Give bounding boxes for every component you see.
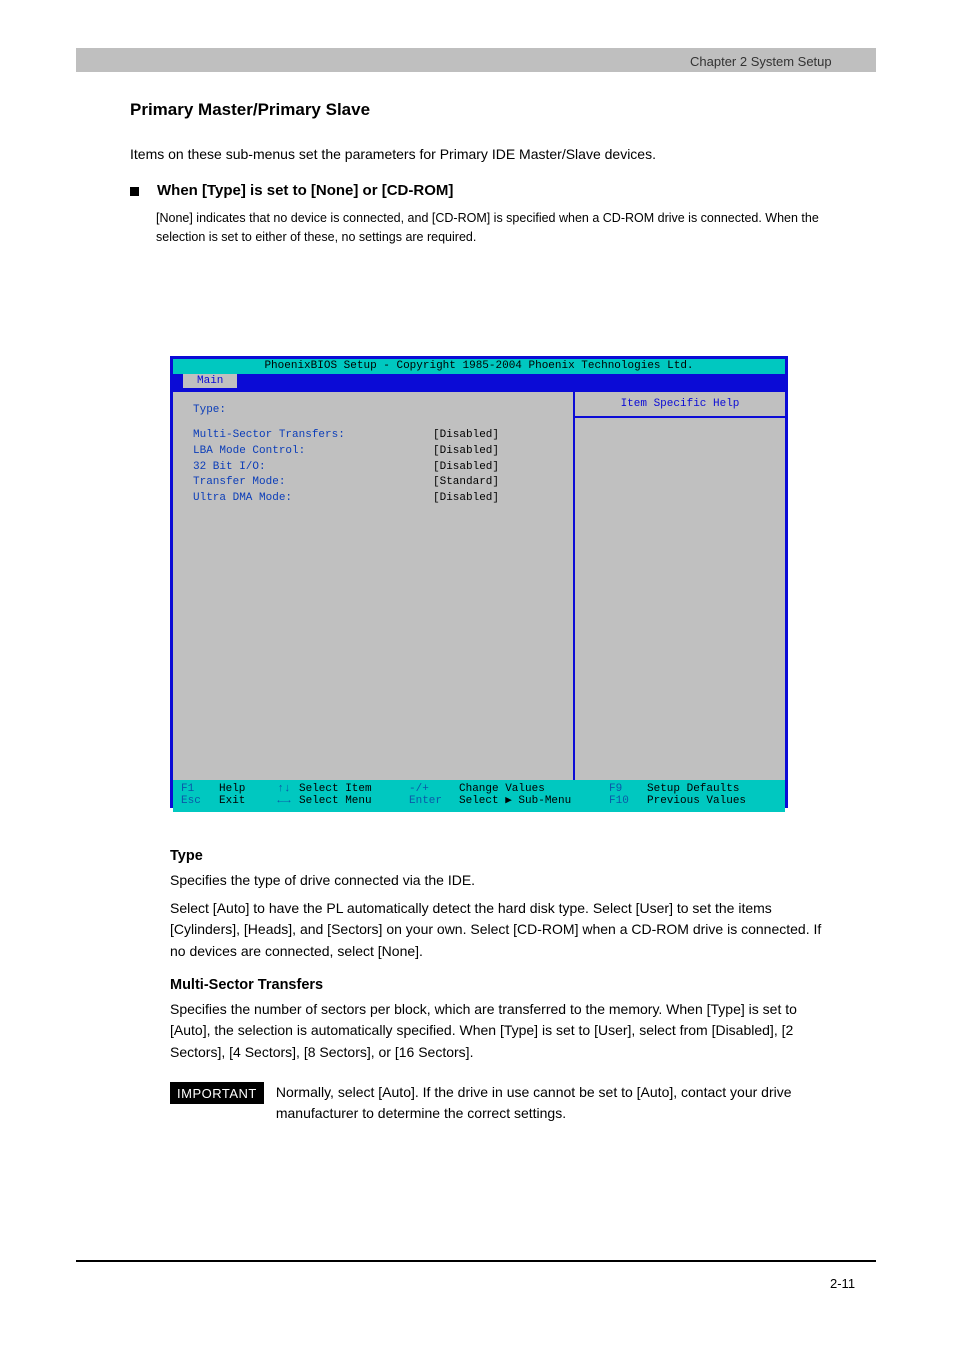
item-text: Specifies the number of sectors per bloc… xyxy=(170,999,830,1064)
page-number: 2-11 xyxy=(830,1276,855,1291)
bios-key-minusplus: -/+ xyxy=(409,783,459,796)
bios-key-f1: F1 xyxy=(181,783,219,796)
bios-label: LBA Mode Control: xyxy=(193,445,433,458)
bios-row-type[interactable]: Type: xyxy=(193,404,553,417)
bullet-row: When [Type] is set to [None] or [CD-ROM] xyxy=(130,182,830,199)
bios-value: [Disabled] xyxy=(433,461,499,474)
bios-label: Type: xyxy=(193,404,433,417)
item-text: Specifies the type of drive connected vi… xyxy=(170,870,830,892)
arrows-leftright-icon: ←→ xyxy=(269,795,299,808)
bios-key-label: Select Menu xyxy=(299,795,409,808)
bios-help-pane: Item Specific Help xyxy=(575,392,785,780)
bios-value: [Disabled] xyxy=(433,429,499,442)
bios-footer: F1 Help ↑↓ Select Item -/+ Change Values… xyxy=(173,780,785,812)
section-title: Primary Master/Primary Slave xyxy=(130,100,830,120)
bios-label: Ultra DMA Mode: xyxy=(193,492,433,505)
bios-row-multisector[interactable]: Multi-Sector Transfers: [Disabled] xyxy=(193,429,553,442)
bios-menubar: Main xyxy=(173,374,785,390)
bios-row-32bit[interactable]: 32 Bit I/O: [Disabled] xyxy=(193,461,553,474)
bios-key-label: Setup Defaults xyxy=(647,783,739,796)
bios-key-label: Exit xyxy=(219,795,269,808)
bios-key-label: Select Item xyxy=(299,783,409,796)
bios-help-title: Item Specific Help xyxy=(575,398,785,419)
bios-left-pane: Type: Multi-Sector Transfers: [Disabled]… xyxy=(173,392,575,780)
bullet-subhead: When [Type] is set to [None] or [CD-ROM] xyxy=(157,182,453,199)
bios-value: [Standard] xyxy=(433,476,499,489)
bullet-square-icon xyxy=(130,187,139,196)
section-intro: Items on these sub-menus set the paramet… xyxy=(130,144,830,166)
bios-screenshot: PhoenixBIOS Setup - Copyright 1985-2004 … xyxy=(170,356,788,808)
bios-key-label: Change Values xyxy=(459,783,609,796)
bios-row-lba[interactable]: LBA Mode Control: [Disabled] xyxy=(193,445,553,458)
bios-label: Multi-Sector Transfers: xyxy=(193,429,433,442)
bios-row-ultradma[interactable]: Ultra DMA Mode: [Disabled] xyxy=(193,492,553,505)
bios-body: Type: Multi-Sector Transfers: [Disabled]… xyxy=(173,390,785,780)
bios-label: Transfer Mode: xyxy=(193,476,433,489)
bios-key-label: Select ▶ Sub-Menu xyxy=(459,795,609,808)
bios-title: PhoenixBIOS Setup - Copyright 1985-2004 … xyxy=(173,359,785,374)
bios-row-transfer[interactable]: Transfer Mode: [Standard] xyxy=(193,476,553,489)
bios-key-label: Previous Values xyxy=(647,795,746,808)
bios-key-f9: F9 xyxy=(609,783,647,796)
item-title-multisector: Multi-Sector Transfers xyxy=(170,977,830,993)
bios-label: 32 Bit I/O: xyxy=(193,461,433,474)
bottom-rule xyxy=(76,1260,876,1262)
item-text: Select [Auto] to have the PL automatical… xyxy=(170,898,830,963)
page-header: Chapter 2 System Setup xyxy=(690,54,832,69)
important-text: Normally, select [Auto]. If the drive in… xyxy=(276,1082,830,1124)
bios-key-enter: Enter xyxy=(409,795,459,808)
important-note: IMPORTANT Normally, select [Auto]. If th… xyxy=(170,1082,830,1124)
bullet-note: [None] indicates that no device is conne… xyxy=(156,209,830,248)
item-title-type: Type xyxy=(170,848,830,864)
bios-key-label: Help xyxy=(219,783,269,796)
bios-key-esc: Esc xyxy=(181,795,219,808)
bios-value: [Disabled] xyxy=(433,492,499,505)
bios-tab-main[interactable]: Main xyxy=(183,374,237,389)
arrows-updown-icon: ↑↓ xyxy=(269,783,299,796)
important-badge: IMPORTANT xyxy=(170,1082,264,1104)
bios-key-f10: F10 xyxy=(609,795,647,808)
bios-value: [Disabled] xyxy=(433,445,499,458)
